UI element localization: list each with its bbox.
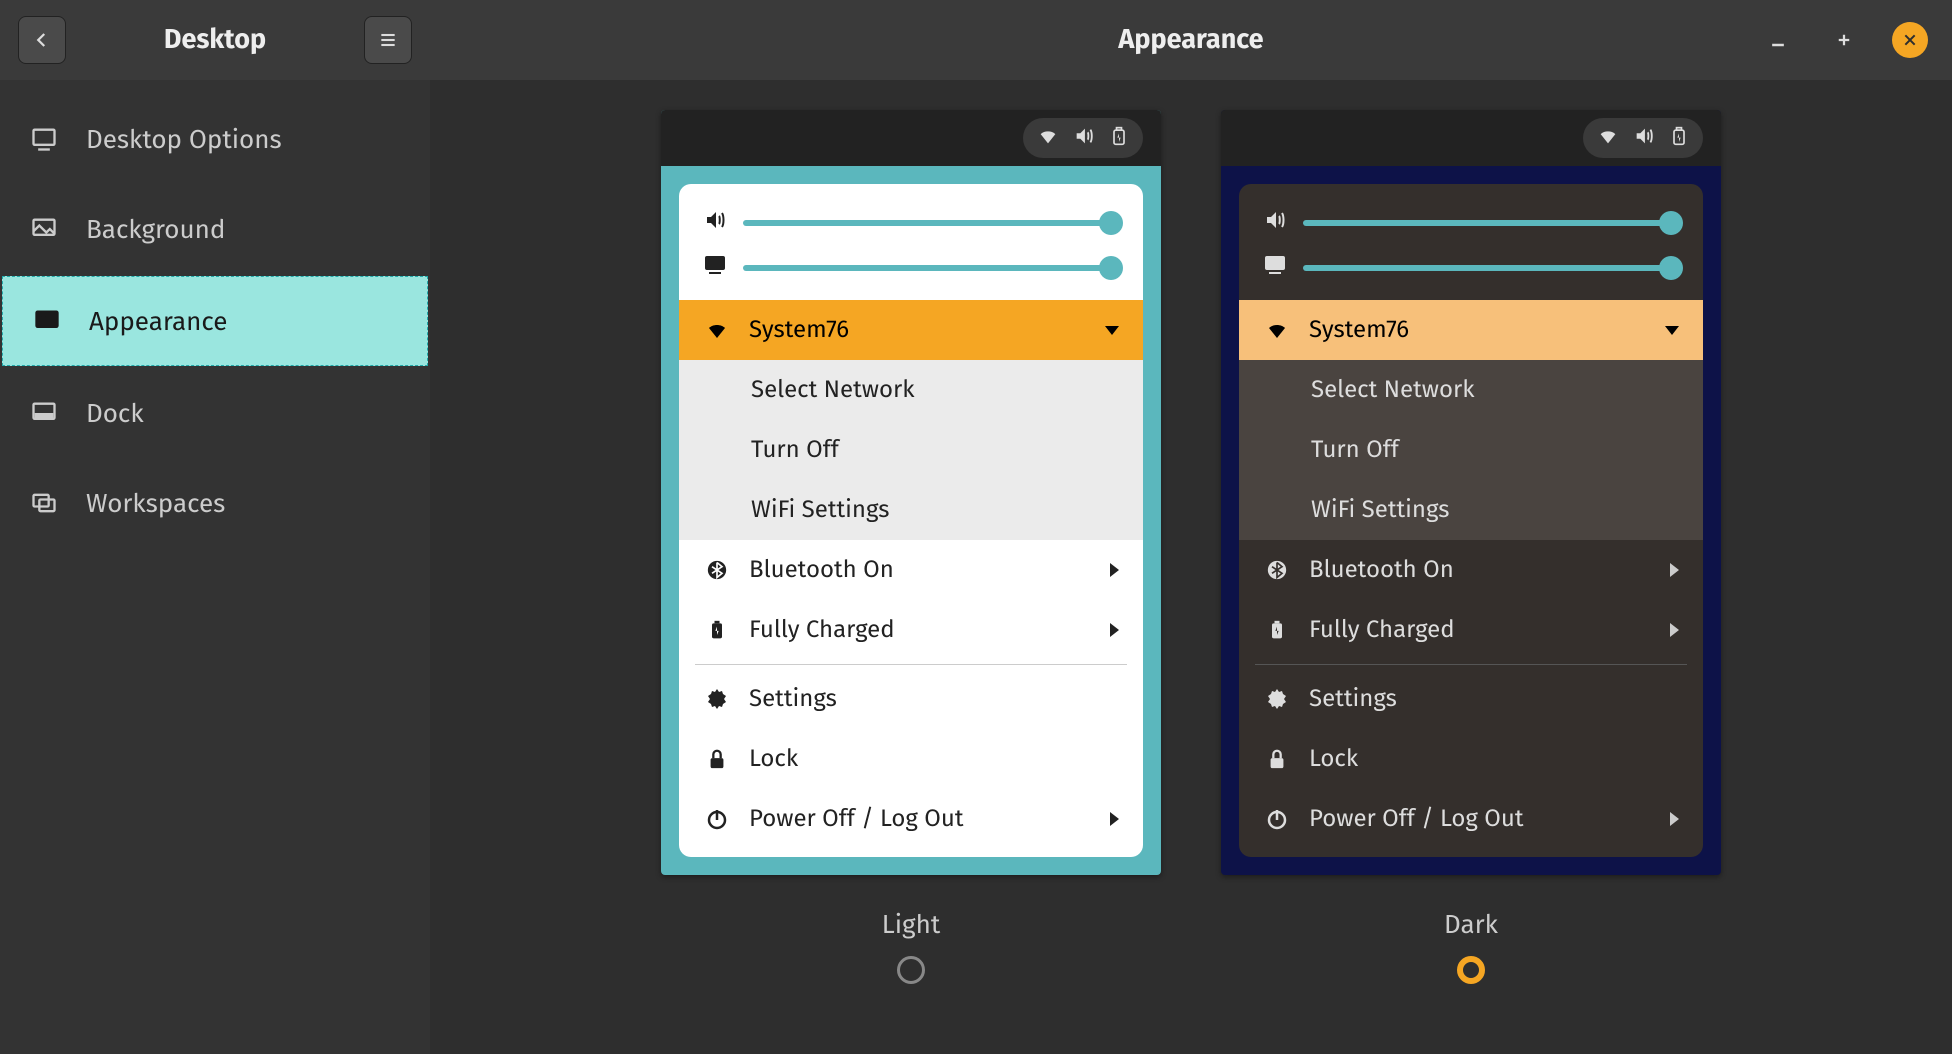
wifi-header[interactable]: System76	[1239, 300, 1703, 360]
volume-slider[interactable]	[1239, 200, 1703, 245]
lock-icon	[1263, 745, 1291, 773]
workspaces-icon	[28, 487, 60, 519]
sidebar-item-dock[interactable]: Dock	[0, 368, 430, 458]
volume-icon	[1263, 208, 1287, 237]
chevron-right-icon	[1670, 623, 1679, 637]
chevron-down-icon	[1105, 326, 1119, 335]
minimize-button[interactable]	[1760, 22, 1796, 58]
lock-row[interactable]: Lock	[679, 729, 1143, 789]
settings-row[interactable]: Settings	[1239, 669, 1703, 729]
monitor-icon	[28, 123, 60, 155]
bluetooth-icon	[1263, 556, 1291, 584]
sidebar: Desktop Options Background Appearance Do…	[0, 80, 430, 1054]
wifi-icon	[703, 316, 731, 344]
sidebar-item-label: Dock	[86, 398, 144, 429]
bluetooth-icon	[703, 556, 731, 584]
chevron-right-icon	[1110, 812, 1119, 826]
sidebar-item-label: Workspaces	[86, 488, 225, 519]
sidebar-item-workspaces[interactable]: Workspaces	[0, 458, 430, 548]
gear-icon	[1263, 685, 1291, 713]
maximize-button[interactable]	[1826, 22, 1862, 58]
brightness-slider[interactable]	[1239, 245, 1703, 290]
hamburger-button[interactable]	[364, 16, 412, 64]
chevron-right-icon	[1110, 563, 1119, 577]
power-row[interactable]: Power Off / Log Out	[679, 789, 1143, 849]
volume-icon	[1633, 125, 1655, 152]
wifi-name: System76	[1309, 316, 1409, 344]
sidebar-item-label: Appearance	[89, 306, 227, 337]
theme-preview-dark[interactable]: System76 Select Network Turn Off WiFi Se…	[1221, 110, 1721, 875]
chevron-right-icon	[1670, 812, 1679, 826]
volume-icon	[1073, 125, 1095, 152]
volume-icon	[703, 208, 727, 237]
theme-preview-light[interactable]: System76 Select Network Turn Off WiFi Se…	[661, 110, 1161, 875]
battery-icon	[1669, 125, 1689, 152]
chevron-right-icon	[1110, 623, 1119, 637]
sidebar-title: Desktop	[66, 24, 364, 56]
image-icon	[28, 213, 60, 245]
theme-radio-dark[interactable]	[1457, 956, 1485, 984]
battery-row[interactable]: Fully Charged	[1239, 600, 1703, 660]
page-title: Appearance	[1118, 24, 1263, 56]
sidebar-item-background[interactable]: Background	[0, 184, 430, 274]
power-row[interactable]: Power Off / Log Out	[1239, 789, 1703, 849]
power-icon	[703, 805, 731, 833]
preview-topbar	[1221, 110, 1721, 166]
theme-radio-light[interactable]	[897, 956, 925, 984]
sidebar-item-label: Background	[86, 214, 225, 245]
wifi-icon	[1037, 125, 1059, 152]
wifi-settings[interactable]: WiFi Settings	[1239, 480, 1703, 540]
sidebar-item-label: Desktop Options	[86, 124, 282, 155]
preview-topbar	[661, 110, 1161, 166]
wifi-turn-off[interactable]: Turn Off	[1239, 420, 1703, 480]
display-icon	[1263, 253, 1287, 282]
dock-icon	[28, 397, 60, 429]
power-icon	[1263, 805, 1291, 833]
sidebar-item-desktop-options[interactable]: Desktop Options	[0, 94, 430, 184]
sidebar-item-appearance[interactable]: Appearance	[2, 276, 428, 366]
brightness-slider[interactable]	[679, 245, 1143, 290]
appearance-icon	[31, 305, 63, 337]
close-button[interactable]	[1892, 22, 1928, 58]
chevron-right-icon	[1670, 563, 1679, 577]
theme-label-light: Light	[882, 909, 940, 940]
volume-slider[interactable]	[679, 200, 1143, 245]
bluetooth-row[interactable]: Bluetooth On	[1239, 540, 1703, 600]
wifi-icon	[1597, 125, 1619, 152]
display-icon	[703, 253, 727, 282]
wifi-turn-off[interactable]: Turn Off	[679, 420, 1143, 480]
wifi-settings[interactable]: WiFi Settings	[679, 480, 1143, 540]
wifi-name: System76	[749, 316, 849, 344]
theme-label-dark: Dark	[1444, 909, 1498, 940]
back-button[interactable]	[18, 16, 66, 64]
wifi-icon	[1263, 316, 1291, 344]
wifi-header[interactable]: System76	[679, 300, 1143, 360]
gear-icon	[703, 685, 731, 713]
battery-row[interactable]: Fully Charged	[679, 600, 1143, 660]
battery-icon	[703, 616, 731, 644]
bluetooth-row[interactable]: Bluetooth On	[679, 540, 1143, 600]
lock-row[interactable]: Lock	[1239, 729, 1703, 789]
wifi-select-network[interactable]: Select Network	[679, 360, 1143, 420]
battery-icon	[1109, 125, 1129, 152]
settings-row[interactable]: Settings	[679, 669, 1143, 729]
battery-icon	[1263, 616, 1291, 644]
wifi-select-network[interactable]: Select Network	[1239, 360, 1703, 420]
chevron-down-icon	[1665, 326, 1679, 335]
lock-icon	[703, 745, 731, 773]
